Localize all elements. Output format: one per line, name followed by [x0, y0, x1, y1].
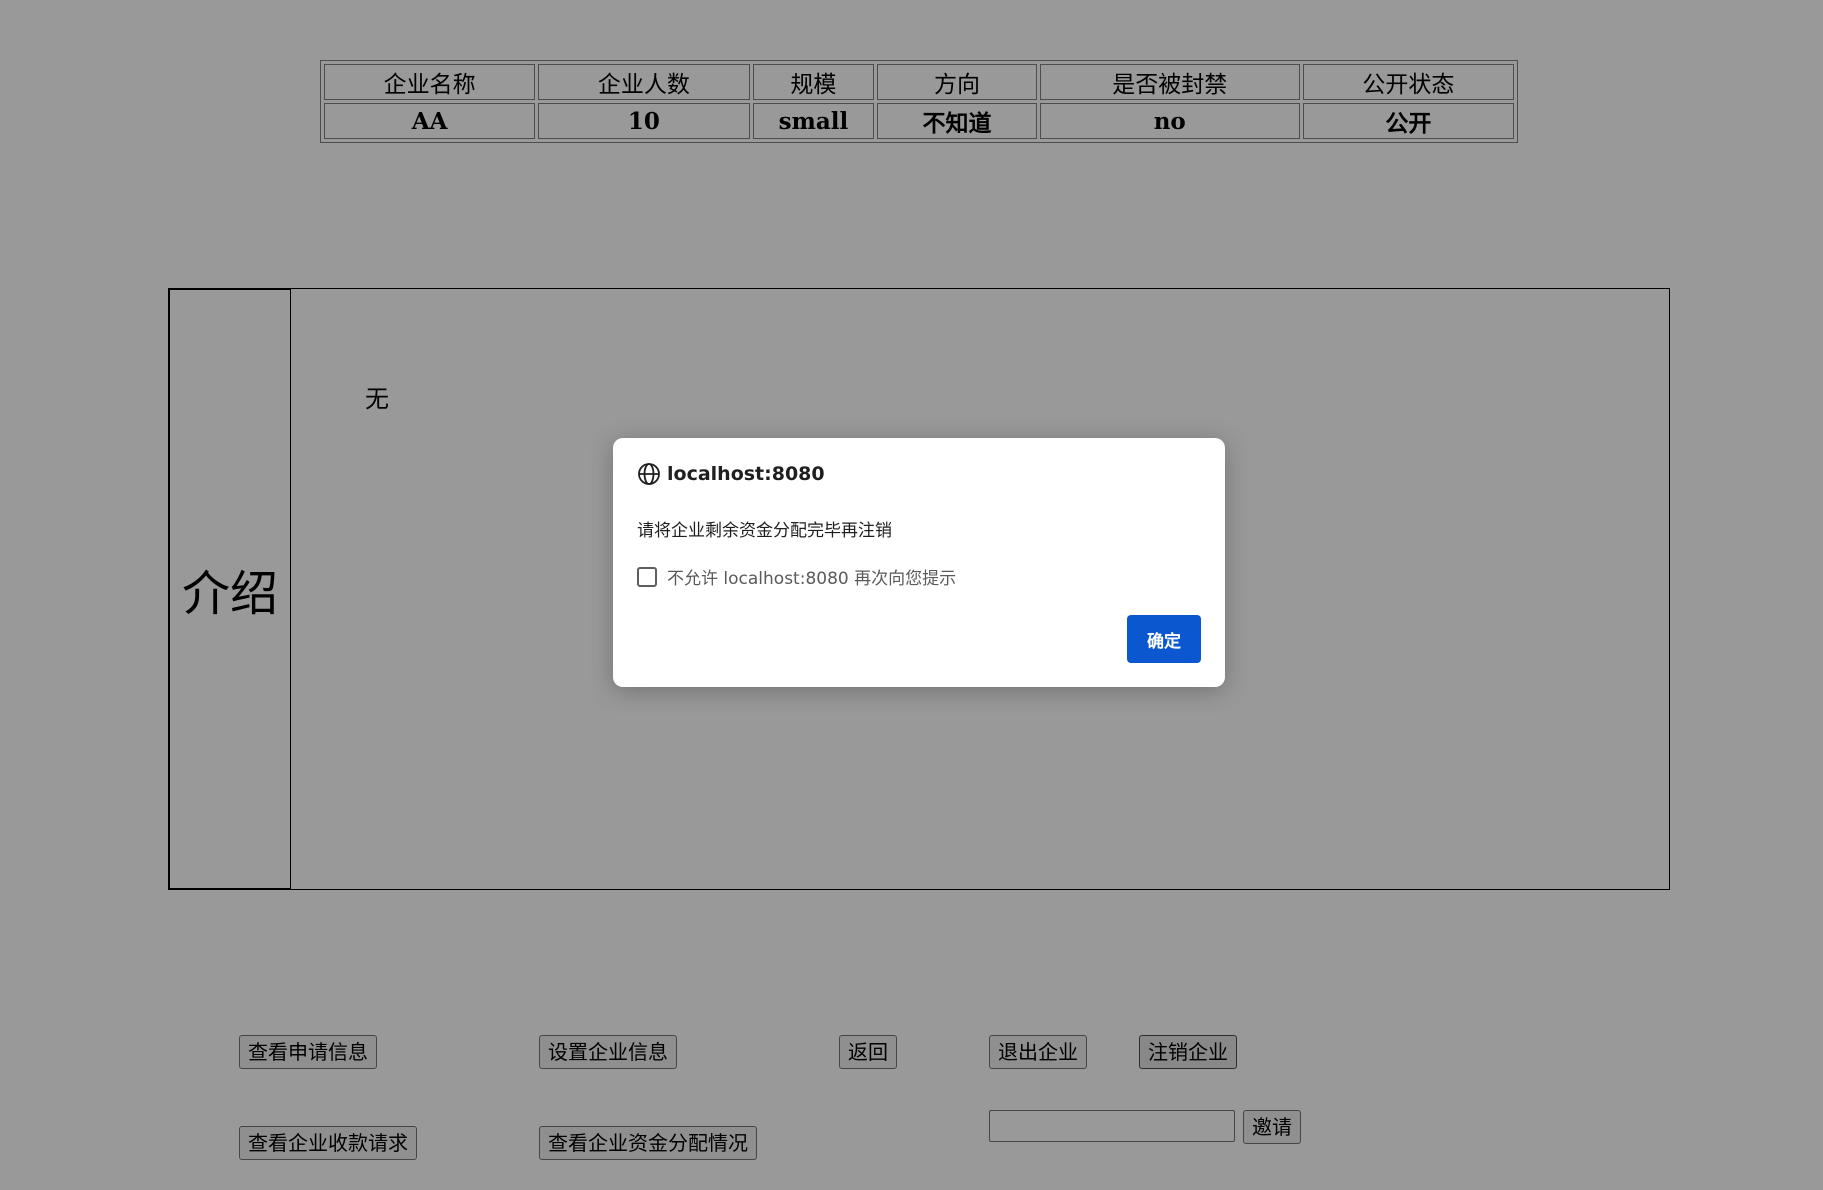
dialog-origin-text: localhost:8080	[667, 463, 825, 485]
globe-icon	[638, 463, 660, 485]
suppress-dialogs-checkbox[interactable]	[637, 566, 657, 587]
suppress-dialogs-option[interactable]: 不允许 localhost:8080 再次向您提示	[637, 564, 956, 589]
ok-button[interactable]: 确定	[1127, 615, 1201, 663]
dialog-origin: localhost:8080	[637, 462, 825, 486]
suppress-dialogs-label: 不允许 localhost:8080 再次向您提示	[667, 569, 957, 589]
dialog-message: 请将企业剩余资金分配完毕再注销	[637, 521, 892, 541]
alert-dialog: localhost:8080 请将企业剩余资金分配完毕再注销 不允许 local…	[613, 438, 1225, 687]
